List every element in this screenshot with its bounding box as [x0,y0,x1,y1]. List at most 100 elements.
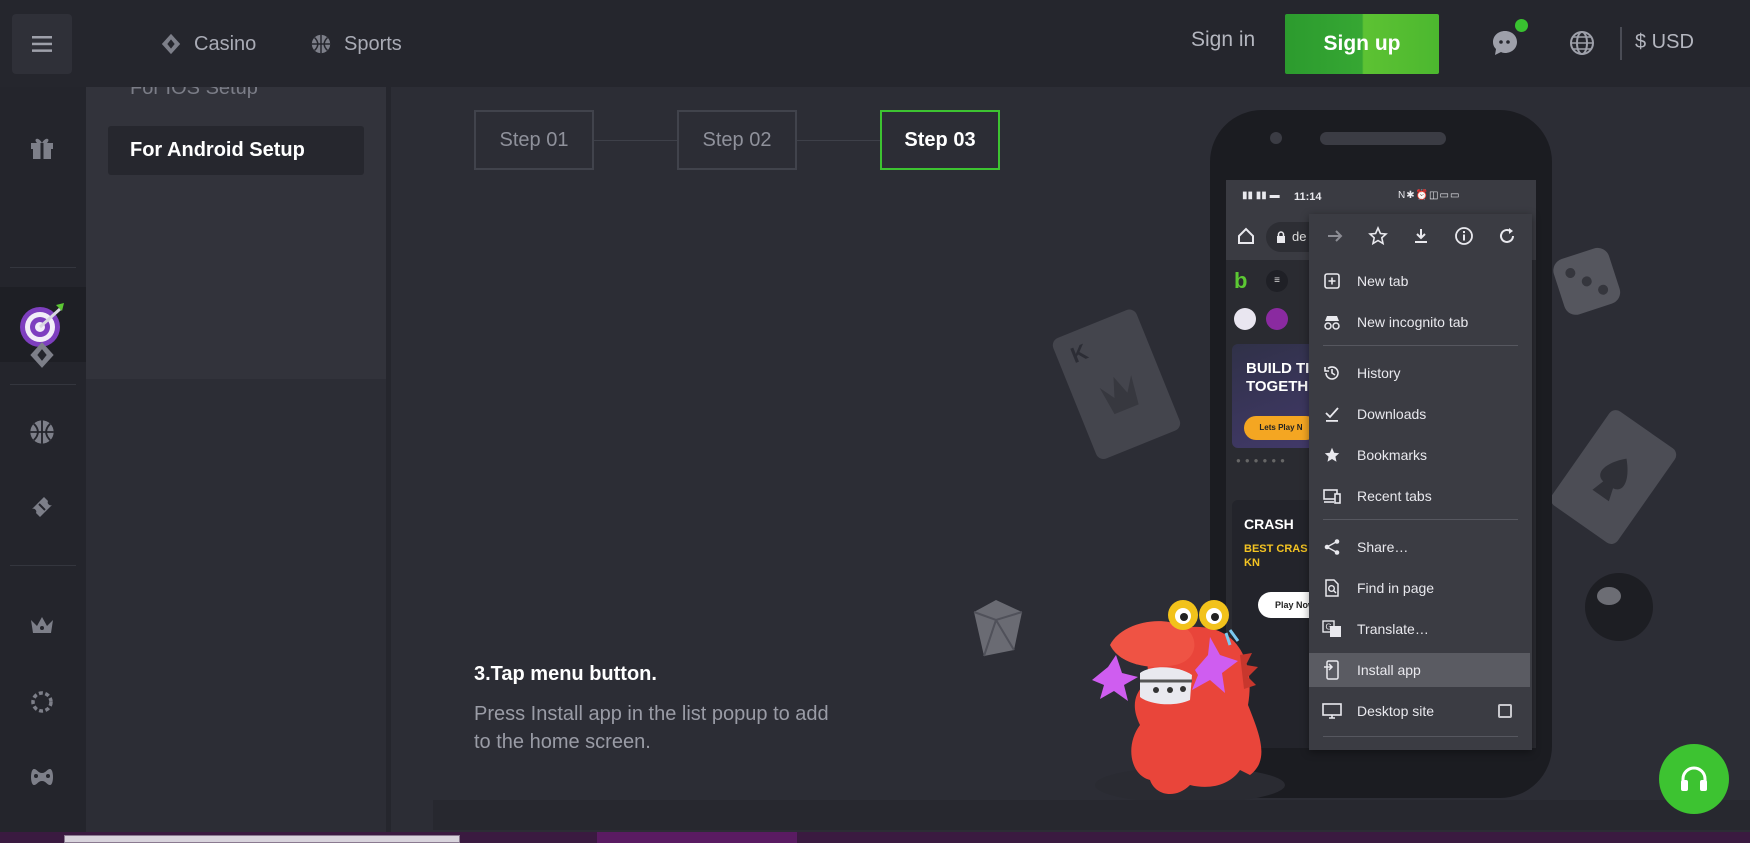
site-target-chip [1234,308,1256,330]
forward-arrow-icon[interactable] [1325,226,1345,246]
rail-games[interactable] [22,757,62,797]
download-icon[interactable] [1411,226,1431,246]
menu-translate[interactable]: G Translate… [1309,612,1532,646]
basketball-icon [311,34,331,54]
menu-install-app-label: Install app [1357,662,1421,678]
top-header: Casino Sports Sign in Sign up $ USD [0,0,1750,87]
headphones-icon [1681,766,1707,791]
chat-icon[interactable] [1490,28,1520,58]
gamepad-icon [31,769,53,785]
menu-new-incognito-tab[interactable]: New incognito tab [1309,305,1532,339]
dragon-mascot-image [1092,600,1285,803]
dice-icon [1553,247,1621,315]
rail-separator [10,384,76,385]
support-button[interactable] [1659,744,1729,814]
install-app-icon [1324,660,1339,680]
diamond-card-icon [161,33,181,55]
plus-box-icon [1324,273,1340,289]
menu-find-in-page[interactable]: Find in page [1309,571,1532,605]
menu-find-in-page-label: Find in page [1357,580,1435,596]
refresh-icon[interactable] [1497,226,1517,246]
find-icon [1325,579,1339,597]
nav-casino[interactable]: Casino [160,28,256,60]
lock-icon [1277,231,1285,243]
desktop-site-checkbox[interactable] [1498,704,1512,718]
playing-card-king-icon: K [1052,309,1181,459]
site-purple-chip [1266,308,1288,330]
history-icon [1324,366,1339,380]
browser-overflow-menu: New tab New incognito tab History Downlo… [1309,214,1532,750]
nav-sports-label: Sports [344,32,402,55]
menu-share-label: Share… [1357,539,1409,555]
info-icon[interactable] [1454,226,1474,246]
carousel-dots: ●●●●●● [1236,456,1289,465]
diamond-gem-icon [973,600,1023,657]
setup-menu: For IOS Setup For Android Setup [86,77,386,379]
site-menu-icon: ≡ [1266,270,1288,292]
sign-up-button[interactable]: Sign up [1285,14,1439,74]
star-outline-icon[interactable] [1367,226,1388,246]
basketball-icon [30,420,54,444]
menu-new-incognito-tab-label: New incognito tab [1357,314,1469,330]
rail-vip[interactable] [22,605,62,645]
home-icon[interactable] [1236,226,1256,246]
step-connector [594,140,679,141]
menu-new-tab[interactable]: New tab [1309,264,1532,298]
content-bottom-strip [433,800,1750,830]
rail-settings[interactable] [22,682,62,722]
currency-selector[interactable]: $ USD [1635,31,1694,54]
nav-sports[interactable]: Sports [310,28,402,60]
hamburger-icon [32,36,52,52]
status-time: 11:14 [1294,191,1322,203]
phone-camera [1270,132,1282,144]
rail-casino[interactable] [22,335,62,375]
promo-banner-button: Lets Play N [1244,416,1318,440]
menu-history[interactable]: History [1309,356,1532,390]
status-icons: N✱⏰◫▭▭ [1398,190,1461,201]
black-ball-icon [1585,573,1653,641]
diamond-card-icon [30,342,54,368]
menu-new-tab-label: New tab [1357,273,1409,289]
menu-recent-tabs-label: Recent tabs [1357,488,1432,504]
menu-install-app[interactable]: Install app [1309,653,1530,687]
setup-android-item[interactable]: For Android Setup [108,126,364,175]
menu-recent-tabs[interactable]: Recent tabs [1309,479,1532,513]
hamburger-menu-button[interactable] [12,14,72,74]
ticket-icon [32,497,52,517]
settings-ring-icon [31,691,53,713]
step-02-tab[interactable]: Step 02 [677,110,797,170]
share-icon [1324,539,1340,555]
menu-downloads[interactable]: Downloads [1309,397,1532,431]
bottom-bar [0,832,1750,843]
menu-share[interactable]: Share… [1309,530,1532,564]
bottom-bar-segment [597,832,797,843]
sign-in-link[interactable]: Sign in [1191,28,1255,52]
instruction-text: Press Install app in the list popup to a… [474,703,829,753]
online-indicator [1515,19,1528,32]
bottom-bar-segment [64,835,460,843]
menu-desktop-site[interactable]: Desktop site [1309,694,1532,728]
menu-translate-label: Translate… [1357,621,1429,637]
svg-text:G: G [1326,623,1332,632]
menu-bookmarks[interactable]: Bookmarks [1309,438,1532,472]
star-icon [1324,447,1340,462]
menu-icon-row [1309,214,1532,258]
rail-sports[interactable] [22,412,62,452]
left-rail [0,87,86,843]
menu-separator [1323,519,1518,520]
gift-icon [31,138,53,159]
menu-desktop-site-label: Desktop site [1357,703,1435,719]
rail-gift[interactable] [22,127,62,167]
rail-tickets[interactable] [22,487,62,527]
globe-icon[interactable] [1568,29,1596,57]
playing-card-ace-icon [1550,410,1677,544]
step-01-tab[interactable]: Step 01 [474,110,594,170]
menu-history-label: History [1357,365,1401,381]
status-bar: ▮▮ ▮▮ ▬ 11:14 N✱⏰◫▭▭ [1226,180,1536,214]
download-check-icon [1325,407,1339,422]
menu-separator [1323,345,1518,346]
crash-banner-title: CRASH [1244,516,1294,532]
panel-border [386,87,391,843]
step-03-tab[interactable]: Step 03 [880,110,1000,170]
desktop-icon [1322,703,1342,719]
